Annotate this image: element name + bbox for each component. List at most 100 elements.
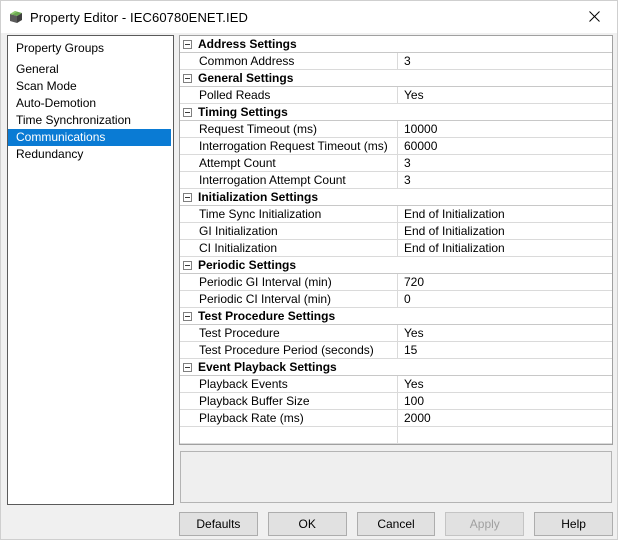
property-row[interactable]: Interrogation Attempt Count 3 bbox=[180, 171, 612, 189]
property-value-cell[interactable]: 2000 bbox=[398, 410, 612, 427]
sidebar-item-label: General bbox=[16, 62, 59, 76]
property-row[interactable]: Test Procedure Period (seconds) 15 bbox=[180, 341, 612, 359]
property-row[interactable]: Test Procedure Yes bbox=[180, 324, 612, 342]
property-name-cell: CI Initialization bbox=[180, 239, 398, 257]
property-row[interactable]: Common Address 3 bbox=[180, 52, 612, 70]
category-cell[interactable]: General Settings bbox=[180, 70, 612, 87]
property-name-cell: Time Sync Initialization bbox=[180, 205, 398, 223]
property-row[interactable]: Attempt Count 3 bbox=[180, 154, 612, 172]
property-value-cell[interactable]: Yes bbox=[398, 325, 612, 342]
property-value-cell[interactable]: End of Initialization bbox=[398, 223, 612, 240]
property-value-cell[interactable]: Yes bbox=[398, 87, 612, 104]
property-category-row[interactable]: Test Procedure Settings bbox=[180, 308, 612, 325]
category-label: Timing Settings bbox=[198, 105, 288, 119]
property-category-row[interactable]: Periodic Settings bbox=[180, 257, 612, 274]
close-icon[interactable] bbox=[572, 1, 617, 32]
sidebar-item-time-synchronization[interactable]: Time Synchronization bbox=[8, 112, 173, 129]
collapse-minus-icon[interactable] bbox=[183, 311, 192, 321]
property-value-cell[interactable]: 15 bbox=[398, 342, 612, 359]
device-cube-icon bbox=[8, 9, 24, 25]
property-name-cell: Attempt Count bbox=[180, 154, 398, 172]
category-cell[interactable]: Event Playback Settings bbox=[180, 359, 612, 376]
property-row[interactable]: GI Initialization End of Initialization bbox=[180, 222, 612, 240]
title-bar: Property Editor - IEC60780ENET.IED bbox=[1, 1, 617, 33]
property-value-cell[interactable]: 10000 bbox=[398, 121, 612, 138]
category-label: Periodic Settings bbox=[198, 258, 297, 272]
property-value-cell[interactable]: 100 bbox=[398, 393, 612, 410]
sidebar-item-label: Auto-Demotion bbox=[16, 96, 97, 110]
collapse-minus-icon[interactable] bbox=[183, 39, 192, 49]
property-row[interactable]: Playback Buffer Size 100 bbox=[180, 392, 612, 410]
category-label: General Settings bbox=[198, 71, 294, 85]
sidebar-item-redundancy[interactable]: Redundancy bbox=[8, 146, 173, 163]
property-groups-header: Property Groups bbox=[16, 41, 105, 55]
property-name-cell: Test Procedure bbox=[180, 324, 398, 342]
property-category-row[interactable]: Event Playback Settings bbox=[180, 359, 612, 376]
description-panel bbox=[180, 451, 612, 503]
category-label: Initialization Settings bbox=[198, 190, 319, 204]
property-name-cell bbox=[180, 426, 398, 444]
window-title: Property Editor - IEC60780ENET.IED bbox=[30, 9, 248, 25]
property-category-row[interactable]: Initialization Settings bbox=[180, 189, 612, 206]
property-name-cell: Periodic GI Interval (min) bbox=[180, 273, 398, 291]
property-row[interactable]: Periodic GI Interval (min) 720 bbox=[180, 273, 612, 291]
sidebar-item-label: Scan Mode bbox=[16, 79, 77, 93]
property-row[interactable]: Request Timeout (ms) 10000 bbox=[180, 120, 612, 138]
property-name-cell: Interrogation Attempt Count bbox=[180, 171, 398, 189]
property-name-cell: Common Address bbox=[180, 52, 398, 70]
property-value-cell[interactable]: Yes bbox=[398, 376, 612, 393]
property-name-cell: Test Procedure Period (seconds) bbox=[180, 341, 398, 359]
property-category-row[interactable]: General Settings bbox=[180, 70, 612, 87]
property-groups-list: General Scan Mode Auto-Demotion Time Synchr… bbox=[8, 61, 173, 163]
property-blank-row bbox=[180, 426, 612, 444]
category-label: Address Settings bbox=[198, 37, 297, 51]
cancel-button[interactable]: Cancel bbox=[356, 512, 436, 536]
property-row[interactable]: Interrogation Request Timeout (ms) 60000 bbox=[180, 137, 612, 155]
sidebar-item-label: Time Synchronization bbox=[16, 113, 131, 127]
property-value-cell[interactable]: 3 bbox=[398, 53, 612, 70]
category-cell[interactable]: Periodic Settings bbox=[180, 257, 612, 274]
property-value-cell bbox=[398, 427, 612, 444]
property-editor-window: Property Editor - IEC60780ENET.IED Prope… bbox=[0, 0, 618, 540]
property-row[interactable]: Playback Events Yes bbox=[180, 375, 612, 393]
help-button[interactable]: Help bbox=[534, 512, 613, 536]
property-value-cell[interactable]: End of Initialization bbox=[398, 240, 612, 257]
property-value-cell[interactable]: 60000 bbox=[398, 138, 612, 155]
property-grid[interactable]: Address Settings Common Address 3 General S… bbox=[179, 35, 613, 445]
category-cell[interactable]: Timing Settings bbox=[180, 104, 612, 121]
defaults-button[interactable]: Defaults bbox=[179, 512, 258, 536]
property-groups-panel: Property Groups General Scan Mode Auto-Dem… bbox=[7, 35, 174, 505]
dialog-button-bar: Defaults OK Cancel Apply Help bbox=[179, 512, 613, 536]
category-cell[interactable]: Address Settings bbox=[180, 36, 612, 53]
category-cell[interactable]: Test Procedure Settings bbox=[180, 308, 612, 325]
collapse-minus-icon[interactable] bbox=[183, 192, 192, 202]
sidebar-item-auto-demotion[interactable]: Auto-Demotion bbox=[8, 95, 173, 112]
property-category-row[interactable]: Address Settings bbox=[180, 36, 612, 53]
collapse-minus-icon[interactable] bbox=[183, 107, 192, 117]
property-name-cell: Periodic CI Interval (min) bbox=[180, 290, 398, 308]
category-label: Test Procedure Settings bbox=[198, 309, 336, 323]
collapse-minus-icon[interactable] bbox=[183, 73, 192, 83]
property-row[interactable]: Playback Rate (ms) 2000 bbox=[180, 409, 612, 427]
property-row[interactable]: Time Sync Initialization End of Initializ… bbox=[180, 205, 612, 223]
collapse-minus-icon[interactable] bbox=[183, 260, 192, 270]
property-name-cell: Playback Events bbox=[180, 375, 398, 393]
sidebar-item-communications[interactable]: Communications bbox=[8, 129, 171, 146]
sidebar-item-scan-mode[interactable]: Scan Mode bbox=[8, 78, 173, 95]
property-value-cell[interactable]: 3 bbox=[398, 172, 612, 189]
property-name-cell: Playback Rate (ms) bbox=[180, 409, 398, 427]
property-category-row[interactable]: Timing Settings bbox=[180, 104, 612, 121]
property-row[interactable]: CI Initialization End of Initialization bbox=[180, 239, 612, 257]
collapse-minus-icon[interactable] bbox=[183, 362, 192, 372]
property-value-cell[interactable]: 720 bbox=[398, 274, 612, 291]
ok-button[interactable]: OK bbox=[267, 512, 347, 536]
sidebar-item-label: Communications bbox=[16, 130, 106, 144]
property-row[interactable]: Periodic CI Interval (min) 0 bbox=[180, 290, 612, 308]
sidebar-item-general[interactable]: General bbox=[8, 61, 173, 78]
property-value-cell[interactable]: End of Initialization bbox=[398, 206, 612, 223]
property-value-cell[interactable]: 3 bbox=[398, 155, 612, 172]
property-value-cell[interactable]: 0 bbox=[398, 291, 612, 308]
sidebar-item-label: Redundancy bbox=[16, 147, 84, 161]
category-cell[interactable]: Initialization Settings bbox=[180, 189, 612, 206]
property-row[interactable]: Polled Reads Yes bbox=[180, 86, 612, 104]
